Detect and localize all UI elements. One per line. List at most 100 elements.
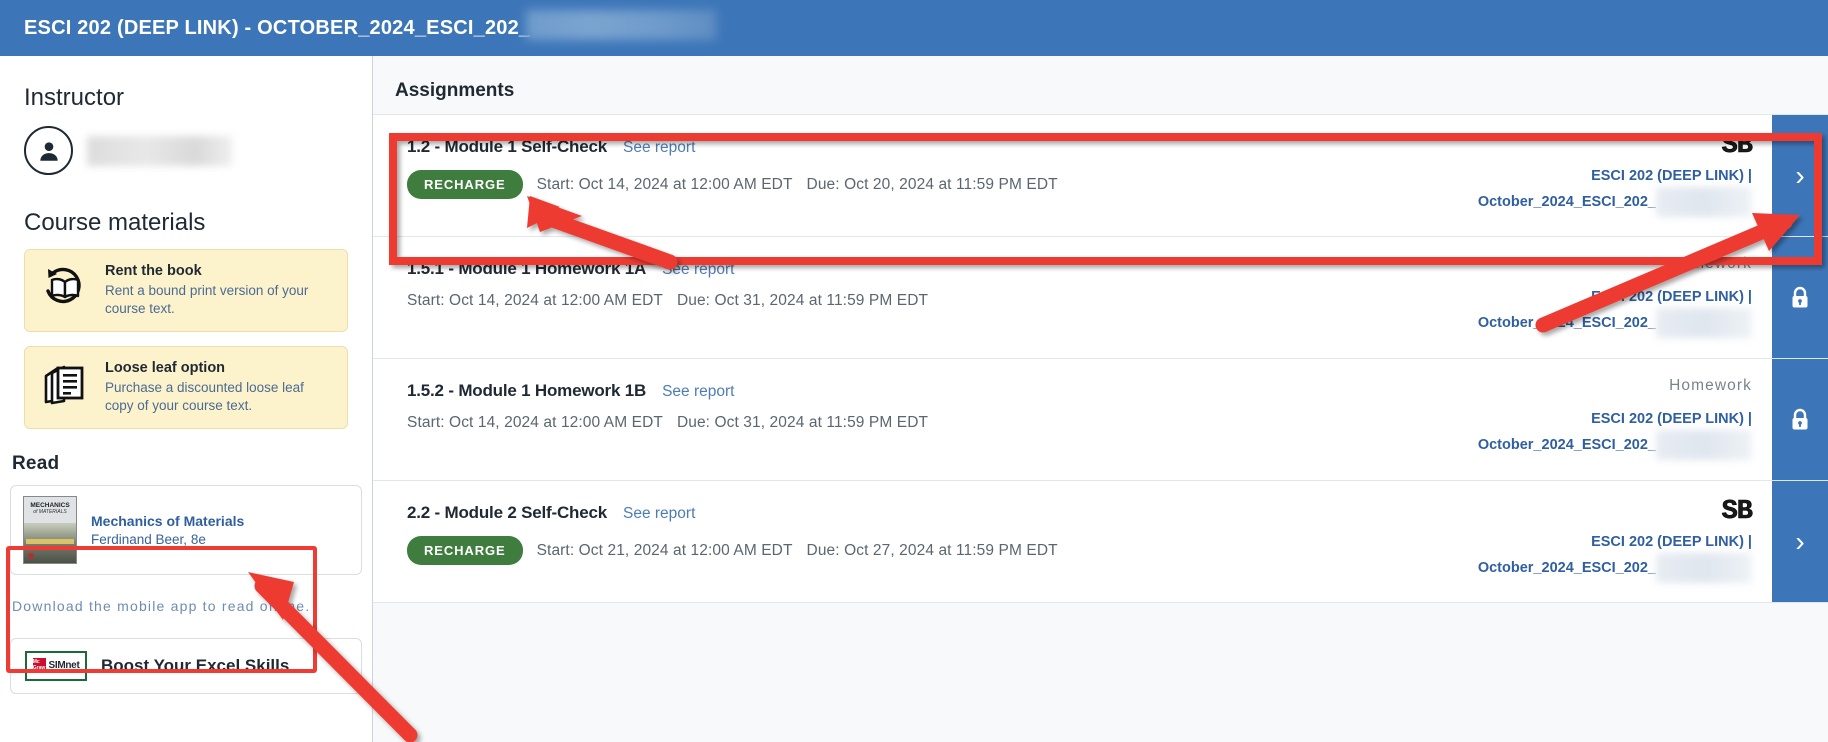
assignment-details: 1.5.1 - Module 1 Homework 1A See report … bbox=[373, 237, 1472, 358]
assignment-start-date: Start: Oct 21, 2024 at 12:00 AM EDT bbox=[536, 541, 793, 559]
assignment-subrow: Start: Oct 14, 2024 at 12:00 AM EDT Due:… bbox=[407, 292, 1456, 310]
redacted-section-suffix bbox=[1656, 308, 1752, 339]
smartbook-logo-icon: SB bbox=[1721, 131, 1753, 161]
book-cover-badge bbox=[28, 552, 34, 559]
card-title: Rent the book bbox=[105, 263, 202, 279]
assignment-subrow: Start: Oct 14, 2024 at 12:00 AM EDT Due:… bbox=[407, 414, 1456, 432]
assignment-header: 1.2 - Module 1 Self-Check See report bbox=[407, 137, 1456, 157]
lock-icon bbox=[1792, 286, 1808, 307]
book-title[interactable]: Mechanics of Materials bbox=[91, 513, 244, 529]
page-body: Instructor Course materials Rent the boo… bbox=[0, 56, 1828, 742]
redacted-section-suffix bbox=[1656, 187, 1752, 218]
assignments-heading: Assignments bbox=[395, 80, 515, 101]
assignment-meta: SB ESCI 202 (DEEP LINK) | October_2024_E… bbox=[1472, 115, 1772, 236]
assignment-meta: Homework ESCI 202 (DEEP LINK) | October_… bbox=[1472, 359, 1772, 480]
assignment-start-date: Start: Oct 14, 2024 at 12:00 AM EDT bbox=[407, 292, 663, 309]
course-material-card-looseleaf[interactable]: Loose leaf option Purchase a discounted … bbox=[24, 345, 348, 429]
assignment-name: 1.5.1 - Module 1 Homework 1A bbox=[407, 259, 647, 278]
assignment-locked-button[interactable] bbox=[1772, 237, 1828, 358]
assignment-section-link[interactable]: October_2024_ESCI_202_ bbox=[1478, 313, 1656, 334]
assignment-start-date: Start: Oct 14, 2024 at 12:00 AM EDT bbox=[407, 414, 663, 431]
book-author: Ferdinand Beer, 8e bbox=[91, 531, 206, 547]
course-materials-heading: Course materials bbox=[24, 209, 206, 236]
assignment-name: 1.2 - Module 1 Self-Check bbox=[407, 137, 607, 156]
assignment-type-label: Homework bbox=[1669, 255, 1752, 272]
lock-icon bbox=[1792, 408, 1808, 429]
app-header: ESCI 202 (DEEP LINK) - OCTOBER_2024_ESCI… bbox=[0, 0, 1828, 56]
assignment-open-button[interactable]: › bbox=[1772, 481, 1828, 602]
book-cover-title: MECHANICS bbox=[30, 501, 70, 509]
assignment-header: 1.5.1 - Module 1 Homework 1A See report bbox=[407, 259, 1456, 279]
loose-leaf-pages-icon bbox=[39, 360, 91, 408]
assignment-subrow: RECHARGE Start: Oct 21, 2024 at 12:00 AM… bbox=[407, 536, 1456, 565]
assignment-row[interactable]: 1.2 - Module 1 Self-Check See report REC… bbox=[373, 115, 1828, 237]
chevron-right-icon: › bbox=[1795, 159, 1805, 191]
simnet-logo-icon: Mc Graw SIMnet bbox=[25, 650, 87, 681]
see-report-link[interactable]: See report bbox=[623, 139, 695, 157]
assignment-section-link[interactable]: October_2024_ESCI_202_ bbox=[1478, 435, 1656, 456]
mobile-app-note: Download the mobile app to read offline. bbox=[12, 597, 311, 614]
assignment-row[interactable]: 2.2 - Module 2 Self-Check See report REC… bbox=[373, 481, 1828, 603]
assignment-course-link[interactable]: ESCI 202 (DEEP LINK) | bbox=[1591, 166, 1752, 187]
main-content: Assignments 1.2 - Module 1 Self-Check Se… bbox=[373, 56, 1828, 742]
assignment-course-link[interactable]: ESCI 202 (DEEP LINK) | bbox=[1591, 532, 1752, 553]
assignment-type-label: Homework bbox=[1669, 377, 1752, 394]
assignment-open-button[interactable]: › bbox=[1772, 115, 1828, 236]
card-description: Rent a bound print version of your cours… bbox=[105, 283, 309, 316]
status-badge: RECHARGE bbox=[407, 536, 523, 565]
assignment-subrow: RECHARGE Start: Oct 14, 2024 at 12:00 AM… bbox=[407, 170, 1456, 199]
page-title: ESCI 202 (DEEP LINK) - OCTOBER_2024_ESCI… bbox=[24, 16, 531, 39]
assignment-due-date: Due: Oct 31, 2024 at 11:59 PM EDT bbox=[676, 414, 929, 431]
assignment-details: 1.2 - Module 1 Self-Check See report REC… bbox=[373, 115, 1472, 236]
chevron-right-icon: › bbox=[1795, 525, 1805, 557]
instructor-row bbox=[24, 126, 348, 175]
assignments-list: 1.2 - Module 1 Self-Check See report REC… bbox=[373, 114, 1828, 603]
assignment-due-date: Due: Oct 31, 2024 at 11:59 PM EDT bbox=[676, 292, 929, 309]
smartbook-logo-icon: SB bbox=[1721, 497, 1753, 527]
read-section: Read MECHANICS of MATERIALS Mechanics of… bbox=[0, 443, 372, 585]
see-report-link[interactable]: See report bbox=[662, 261, 734, 279]
assignment-due-date: Due: Oct 27, 2024 at 11:59 PM EDT bbox=[806, 541, 1058, 559]
assignment-section-link-row: October_2024_ESCI_202_ bbox=[1478, 553, 1752, 584]
read-heading: Read bbox=[12, 452, 60, 474]
user-avatar-icon bbox=[24, 126, 73, 175]
sidebar: Instructor Course materials Rent the boo… bbox=[0, 56, 373, 742]
assignment-course-link[interactable]: ESCI 202 (DEEP LINK) | bbox=[1591, 287, 1752, 308]
card-description: Purchase a discounted loose leaf copy of… bbox=[105, 379, 304, 413]
promo-card-simnet[interactable]: Mc Graw SIMnet Boost Your Excel Skills bbox=[10, 637, 362, 694]
course-material-card-rent[interactable]: Rent the book Rent a bound print version… bbox=[24, 249, 348, 332]
redacted-section-suffix bbox=[1656, 430, 1752, 461]
assignment-locked-button[interactable] bbox=[1772, 359, 1828, 480]
instructor-heading: Instructor bbox=[24, 84, 125, 111]
book-cover-thumbnail: MECHANICS of MATERIALS bbox=[23, 495, 77, 564]
assignment-row[interactable]: 1.5.2 - Module 1 Homework 1B See report … bbox=[373, 359, 1828, 481]
redacted-section-suffix bbox=[1656, 553, 1752, 584]
mcgraw-hill-mark-icon: Mc Graw bbox=[32, 658, 46, 674]
assignment-section-link[interactable]: October_2024_ESCI_202_ bbox=[1478, 192, 1656, 213]
assignment-details: 1.5.2 - Module 1 Homework 1B See report … bbox=[373, 359, 1472, 480]
assignment-header: 1.5.2 - Module 1 Homework 1B See report bbox=[407, 381, 1456, 401]
assignment-section-link[interactable]: October_2024_ESCI_202_ bbox=[1478, 558, 1656, 579]
assignment-start-date: Start: Oct 14, 2024 at 12:00 AM EDT bbox=[536, 175, 793, 193]
assignment-due-date: Due: Oct 20, 2024 at 11:59 PM EDT bbox=[806, 175, 1058, 193]
assignment-name: 1.5.2 - Module 1 Homework 1B bbox=[407, 381, 647, 400]
promo-title: Boost Your Excel Skills bbox=[101, 655, 290, 675]
simnet-wordmark: SIMnet bbox=[48, 660, 80, 672]
book-cover-beam bbox=[26, 538, 74, 544]
redacted-course-id bbox=[526, 10, 717, 40]
book-rent-icon bbox=[39, 263, 91, 311]
book-cover-photo bbox=[24, 522, 76, 563]
see-report-link[interactable]: See report bbox=[662, 383, 734, 401]
assignment-row[interactable]: 1.5.1 - Module 1 Homework 1A See report … bbox=[373, 237, 1828, 359]
read-book-card[interactable]: MECHANICS of MATERIALS Mechanics of Mate… bbox=[10, 484, 362, 575]
assignment-details: 2.2 - Module 2 Self-Check See report REC… bbox=[373, 481, 1472, 602]
assignment-name: 2.2 - Module 2 Self-Check bbox=[407, 503, 607, 522]
see-report-link[interactable]: See report bbox=[623, 505, 695, 523]
assignment-meta: Homework ESCI 202 (DEEP LINK) | October_… bbox=[1472, 237, 1772, 358]
assignment-section-link-row: October_2024_ESCI_202_ bbox=[1478, 308, 1752, 339]
assignment-course-link[interactable]: ESCI 202 (DEEP LINK) | bbox=[1591, 409, 1752, 430]
assignment-header: 2.2 - Module 2 Self-Check See report bbox=[407, 503, 1456, 523]
assignment-section-link-row: October_2024_ESCI_202_ bbox=[1478, 430, 1752, 461]
assignment-meta: SB ESCI 202 (DEEP LINK) | October_2024_E… bbox=[1472, 481, 1772, 602]
assignment-section-link-row: October_2024_ESCI_202_ bbox=[1478, 187, 1752, 218]
